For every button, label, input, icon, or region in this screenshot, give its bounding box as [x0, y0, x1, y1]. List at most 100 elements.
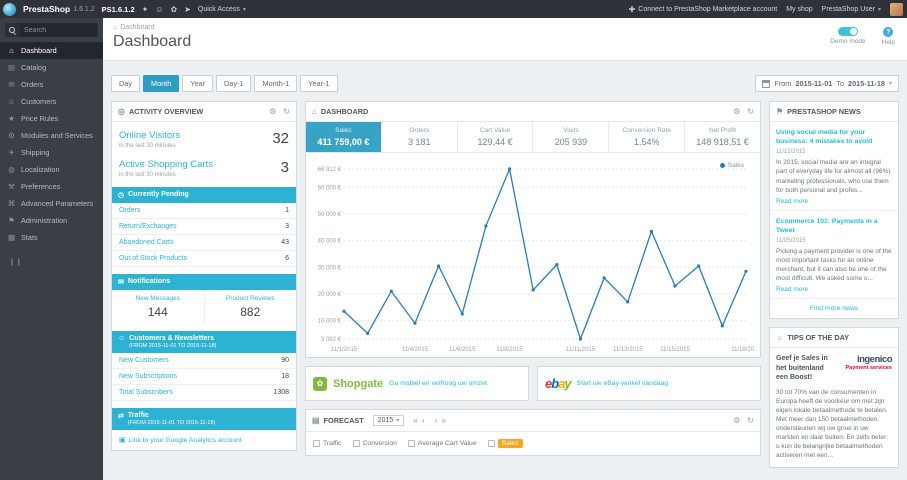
google-analytics-link[interactable]: ▣ Link to your Google Analytics account	[112, 430, 296, 450]
checkbox[interactable]	[313, 440, 320, 447]
gear-icon[interactable]: ⚙	[733, 416, 740, 425]
legend-average-cart-value[interactable]: Average Cart Value	[407, 440, 477, 447]
collapse-menu-button[interactable]: ❙❙	[9, 258, 103, 266]
read-more-link[interactable]: Read more	[776, 286, 892, 293]
kpi-value: 411 759,00 €	[317, 137, 370, 147]
my-shop-link[interactable]: My shop	[786, 6, 812, 13]
row-label: Abandoned Carts	[119, 239, 174, 246]
chart-legend[interactable]: Sales	[719, 162, 744, 169]
pending-row-out-of-stock[interactable]: Out of Stock Products 6	[112, 251, 296, 267]
activity-icon: ◎	[118, 107, 125, 116]
filter-month-1-button[interactable]: Month-1	[254, 75, 298, 92]
help-label: Help	[881, 39, 895, 46]
online-visitors-metric: Online Visitors in the last 30 minutes 3…	[112, 122, 296, 151]
kpi-label: Orders	[409, 127, 430, 134]
legend-conversion[interactable]: Conversion	[352, 440, 397, 447]
prestashop-logo[interactable]	[3, 2, 16, 16]
product-reviews-stat[interactable]: Product Reviews 882	[203, 290, 297, 324]
shopgate-link[interactable]: Ga mobiel en verhoog uw omzet	[389, 380, 487, 387]
next-page-icon[interactable]: › »	[435, 416, 447, 425]
help-button[interactable]: ? Help	[882, 27, 895, 46]
date-range-picker[interactable]: From 2015-11-01 To 2015-11-18 ▾	[755, 75, 899, 92]
breadcrumb-item[interactable]: Dashboard	[120, 24, 154, 31]
article-title-link[interactable]: Using social media for your business: 4 …	[776, 128, 892, 146]
customers-row-new-customers[interactable]: New Customers 90	[112, 353, 296, 369]
kpi-cart-value[interactable]: Cart Value 129,44 €	[458, 122, 534, 152]
sidebar-item-shipping[interactable]: ✈ Shipping	[0, 144, 103, 161]
gift-icon[interactable]: ✿	[171, 5, 178, 14]
pending-row-abandoned-carts[interactable]: Abandoned Carts 43	[112, 235, 296, 251]
filter-day-button[interactable]: Day	[111, 75, 140, 92]
customer-icon[interactable]: ☺	[155, 5, 163, 14]
kpi-orders[interactable]: Orders 3 181	[382, 122, 458, 152]
pending-row-orders[interactable]: Orders 1	[112, 203, 296, 219]
kpi-sales[interactable]: Sales 411 759,00 €	[306, 122, 382, 152]
refresh-icon[interactable]: ↻	[747, 416, 754, 425]
sidebar-item-advanced-parameters[interactable]: ⌘ Advanced Parameters	[0, 195, 103, 212]
refresh-icon[interactable]: ↻	[747, 107, 754, 116]
kpi-value: 1.54%	[633, 137, 660, 147]
ebay-link[interactable]: Start uw eBay-winkel vandaag	[577, 380, 668, 387]
filter-year-1-button[interactable]: Year-1	[300, 75, 338, 92]
rocket-icon[interactable]: ➤	[184, 5, 191, 14]
kpi-visits[interactable]: Visits 205 939	[533, 122, 610, 152]
sidebar-item-modules[interactable]: ⚙ Modules and Services	[0, 127, 103, 144]
year-select[interactable]: 2015 ▾	[372, 415, 405, 426]
sidebar-item-catalog[interactable]: ▤ Catalog	[0, 59, 103, 76]
refresh-icon[interactable]: ↻	[283, 107, 290, 116]
marketplace-connect-link[interactable]: ✚ Connect to PrestaShop Marketplace acco…	[629, 5, 778, 14]
gear-icon[interactable]: ⚙	[269, 107, 276, 116]
sidebar-item-price-rules[interactable]: ★ Price Rules	[0, 110, 103, 127]
customers-newsletters-header: ☺ Customers & Newsletters (FROM 2015-11-…	[112, 331, 296, 353]
prev-page-icon[interactable]: « ‹	[413, 416, 425, 425]
pending-row-returns[interactable]: Return/Exchanges 3	[112, 219, 296, 235]
kpi-net-profit[interactable]: Net Profit 148 918,51 €	[685, 122, 760, 152]
checkbox[interactable]	[487, 440, 495, 447]
metric-label[interactable]: Active Shopping Carts	[119, 159, 281, 170]
metric-label[interactable]: Online Visitors	[119, 130, 272, 141]
gear-icon[interactable]: ⚙	[733, 107, 740, 116]
checkbox[interactable]	[407, 440, 415, 447]
sidebar-item-customers[interactable]: ☺ Customers	[0, 93, 103, 110]
quick-access-menu[interactable]: Quick Access ▾	[198, 6, 246, 13]
avatar[interactable]	[890, 2, 903, 16]
sidebar-item-preferences[interactable]: ⚒ Preferences	[0, 178, 103, 195]
sidebar-item-label: Customers	[21, 97, 57, 106]
ebay-promo[interactable]: ebay Start uw eBay-winkel vandaag	[537, 366, 761, 401]
svg-text:30 000 €: 30 000 €	[318, 265, 342, 271]
row-value: 1308	[273, 389, 289, 396]
sidebar-item-administration[interactable]: ⚑ Administration	[0, 212, 103, 229]
find-more-news-link[interactable]: Find more news	[770, 299, 898, 318]
brand-version: 1.6.1.2	[73, 5, 95, 13]
new-messages-stat[interactable]: New Messages 144	[112, 290, 204, 324]
legend-sales[interactable]: Sales	[487, 439, 523, 448]
filter-day-1-button[interactable]: Day-1	[216, 75, 252, 92]
demo-mode-toggle[interactable]	[837, 27, 858, 36]
shop-name-link[interactable]: PS1.6.1.2	[102, 5, 135, 14]
sidebar-item-dashboard[interactable]: ⌂ Dashboard	[0, 42, 103, 59]
legend-traffic[interactable]: Traffic	[313, 440, 342, 447]
sidebar-item-stats[interactable]: ▦ Stats	[0, 229, 103, 246]
kpi-conversion-rate[interactable]: Conversion Rate 1.54%	[609, 122, 686, 152]
checkbox[interactable]	[352, 440, 360, 447]
sidebar-item-localization[interactable]: ◍ Localization	[0, 161, 103, 178]
read-more-link[interactable]: Read more	[776, 198, 892, 205]
article-title-link[interactable]: Ecommerce 101: Payments in a Tweet	[776, 217, 892, 235]
customers-row-total-subscribers[interactable]: Total Subscribers 1308	[112, 385, 296, 401]
panel-title: PRESTASHOP NEWS	[787, 107, 861, 116]
ingenico-brand: ingenico	[856, 354, 893, 366]
filter-month-button[interactable]: Month	[142, 75, 180, 92]
price-rules-icon: ★	[8, 114, 15, 123]
user-menu[interactable]: PrestaShop User ▾	[822, 6, 881, 13]
customers-row-new-subscriptions[interactable]: New Subscriptions 18	[112, 369, 296, 385]
cart-icon[interactable]: ✦	[142, 5, 149, 14]
shopgate-promo[interactable]: ✿ Shopgate Ga mobiel en verhoog uw omzet	[305, 366, 529, 401]
filter-year-button[interactable]: Year	[182, 75, 214, 92]
forecast-legend: Traffic Conversion Average Cart Value Sa…	[306, 432, 760, 455]
demo-mode-control[interactable]: Demo mode	[830, 27, 866, 46]
sidebar-item-orders[interactable]: ✉ Orders	[0, 76, 103, 93]
row-value: 90	[281, 357, 289, 364]
search-input[interactable]	[20, 26, 98, 34]
search-icon[interactable]	[5, 23, 20, 37]
shipping-icon: ✈	[8, 148, 15, 157]
